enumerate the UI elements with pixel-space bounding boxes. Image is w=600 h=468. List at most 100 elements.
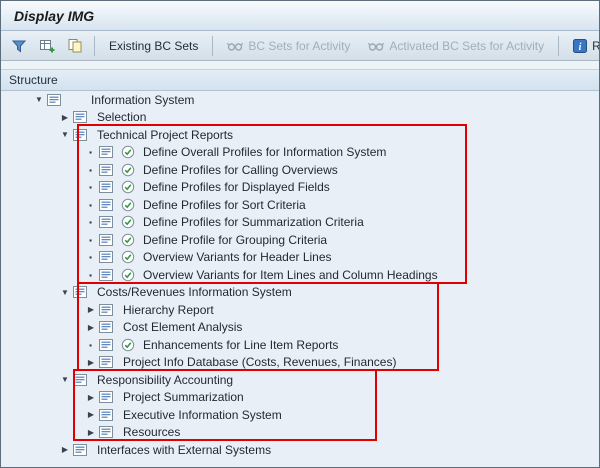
structure-header-label: Structure bbox=[9, 73, 58, 87]
leaf-dot-icon: · bbox=[83, 179, 99, 195]
tree-item-label: Define Profiles for Summarization Criter… bbox=[143, 215, 364, 229]
copy-pages-icon bbox=[67, 38, 83, 54]
tree-row[interactable]: · Overview Variants for Item Lines and Co… bbox=[1, 266, 599, 284]
tree-row[interactable]: ▶ Cost Element Analysis bbox=[1, 319, 599, 337]
img-activity-icon[interactable] bbox=[121, 215, 137, 229]
tree-row[interactable]: ▶ Executive Information System bbox=[1, 406, 599, 424]
img-node-icon bbox=[99, 180, 115, 194]
img-node-icon bbox=[73, 110, 89, 124]
expand-triangle-icon[interactable]: ▶ bbox=[83, 393, 99, 402]
tree-item-label: Technical Project Reports bbox=[97, 128, 233, 142]
expand-triangle-icon[interactable]: ▶ bbox=[57, 113, 73, 122]
tree-item-label: Define Profiles for Displayed Fields bbox=[143, 180, 330, 194]
collapse-triangle-icon[interactable]: ▼ bbox=[57, 288, 73, 297]
img-activity-icon[interactable] bbox=[121, 250, 137, 264]
img-node-icon bbox=[73, 443, 89, 457]
tree-row[interactable]: · Enhancements for Line Item Reports bbox=[1, 336, 599, 354]
img-node-icon bbox=[99, 408, 115, 422]
leaf-dot-icon: · bbox=[83, 214, 99, 230]
tree-item-label: Define Profiles for Sort Criteria bbox=[143, 198, 306, 212]
glasses-icon bbox=[227, 39, 243, 53]
toolbar-separator bbox=[212, 36, 213, 56]
tree-item-label: Selection bbox=[97, 110, 146, 124]
copy-button[interactable] bbox=[62, 34, 88, 58]
img-node-icon bbox=[99, 390, 115, 404]
collapse-triangle-icon[interactable]: ▼ bbox=[31, 95, 47, 104]
img-node-icon bbox=[99, 338, 115, 352]
activated-bc-sets-label: Activated BC Sets for Activity bbox=[389, 39, 544, 53]
leaf-dot-icon: · bbox=[83, 162, 99, 178]
tree-item-label: Enhancements for Line Item Reports bbox=[143, 338, 338, 352]
tree-item-label: Resources bbox=[123, 425, 180, 439]
tree-item-label: Cost Element Analysis bbox=[123, 320, 242, 334]
funnel-button[interactable] bbox=[6, 34, 32, 58]
tree-item-label: Overview Variants for Item Lines and Col… bbox=[143, 268, 438, 282]
release-label: Release bbox=[592, 39, 599, 53]
img-activity-icon[interactable] bbox=[121, 163, 137, 177]
leaf-dot-icon: · bbox=[83, 267, 99, 283]
img-activity-icon[interactable] bbox=[121, 145, 137, 159]
tree-row[interactable]: ▶Hierarchy Report bbox=[1, 301, 599, 319]
tree-row[interactable]: ▼ Technical Project Reports bbox=[1, 126, 599, 144]
expand-triangle-icon[interactable]: ▶ bbox=[83, 358, 99, 367]
existing-bc-sets-button[interactable]: Existing BC Sets bbox=[101, 34, 206, 58]
tree-row[interactable]: · Define Profile for Grouping Criteria bbox=[1, 231, 599, 249]
img-node-icon bbox=[99, 303, 115, 317]
img-node-icon bbox=[99, 355, 115, 369]
tree-item-label: Define Profile for Grouping Criteria bbox=[143, 233, 327, 247]
tree-row[interactable]: ▼ Information System bbox=[1, 91, 599, 109]
leaf-dot-icon: · bbox=[83, 232, 99, 248]
img-activity-icon[interactable] bbox=[121, 268, 137, 282]
tree-item-label: Project Summarization bbox=[123, 390, 244, 404]
expand-triangle-icon[interactable]: ▶ bbox=[83, 410, 99, 419]
table-plus-button[interactable] bbox=[34, 34, 60, 58]
tree-row[interactable]: ▶ Resources bbox=[1, 424, 599, 442]
expand-triangle-icon[interactable]: ▶ bbox=[83, 323, 99, 332]
expand-triangle-icon[interactable]: ▶ bbox=[83, 428, 99, 437]
img-node-icon bbox=[99, 163, 115, 177]
funnel-icon bbox=[11, 38, 27, 54]
tree-row[interactable]: ·Overview Variants for Header Lines bbox=[1, 249, 599, 267]
tree-row[interactable]: ▼ Costs/Revenues Information System bbox=[1, 284, 599, 302]
collapse-triangle-icon[interactable]: ▼ bbox=[57, 130, 73, 139]
tree-item-label: Define Overall Profiles for Information … bbox=[143, 145, 386, 159]
svg-text:i: i bbox=[579, 42, 582, 53]
tree-row[interactable]: ▶Project Info Database (Costs, Revenues,… bbox=[1, 354, 599, 372]
tree-item-label: Information System bbox=[91, 93, 194, 107]
tree-row[interactable]: ▼Responsibility Accounting bbox=[1, 371, 599, 389]
img-activity-icon[interactable] bbox=[121, 180, 137, 194]
sap-window: Display IMG Existing BC Sets BC Se bbox=[0, 0, 600, 468]
toolbar-gap-strip bbox=[1, 61, 599, 70]
tree-row[interactable]: ·Define Profiles for Calling Overviews bbox=[1, 161, 599, 179]
tree-row[interactable]: ▶ Project Summarization bbox=[1, 389, 599, 407]
img-node-icon bbox=[99, 215, 115, 229]
tree-row[interactable]: ▶ Selection bbox=[1, 109, 599, 127]
expand-triangle-icon[interactable]: ▶ bbox=[83, 305, 99, 314]
expand-triangle-icon[interactable]: ▶ bbox=[57, 445, 73, 454]
img-node-icon bbox=[99, 268, 115, 282]
bc-sets-for-activity-button[interactable]: BC Sets for Activity bbox=[219, 34, 358, 58]
tree-row[interactable]: · Define Profiles for Sort Criteria bbox=[1, 196, 599, 214]
bc-sets-for-activity-label: BC Sets for Activity bbox=[248, 39, 350, 53]
leaf-dot-icon: · bbox=[83, 337, 99, 353]
img-activity-icon[interactable] bbox=[121, 233, 137, 247]
img-node-icon bbox=[99, 425, 115, 439]
img-node-icon bbox=[73, 285, 89, 299]
img-activity-icon[interactable] bbox=[121, 198, 137, 212]
window-title: Display IMG bbox=[14, 8, 94, 24]
existing-bc-sets-label: Existing BC Sets bbox=[109, 39, 198, 53]
img-activity-icon[interactable] bbox=[121, 338, 137, 352]
tree-item-label: Executive Information System bbox=[123, 408, 282, 422]
toolbar-separator bbox=[94, 36, 95, 56]
release-button[interactable]: i Release bbox=[565, 34, 599, 58]
tree-row[interactable]: · Define Profiles for Summarization Crite… bbox=[1, 214, 599, 232]
tree-row[interactable]: · Define Overall Profiles for Information… bbox=[1, 144, 599, 162]
titlebar: Display IMG bbox=[1, 1, 599, 31]
tree-row[interactable]: · Define Profiles for Displayed Fields bbox=[1, 179, 599, 197]
leaf-dot-icon: · bbox=[83, 197, 99, 213]
collapse-triangle-icon[interactable]: ▼ bbox=[57, 375, 73, 384]
leaf-dot-icon: · bbox=[83, 144, 99, 160]
activated-bc-sets-button[interactable]: Activated BC Sets for Activity bbox=[360, 34, 552, 58]
tree-item-label: Costs/Revenues Information System bbox=[97, 285, 292, 299]
tree-row[interactable]: ▶Interfaces with External Systems bbox=[1, 441, 599, 459]
